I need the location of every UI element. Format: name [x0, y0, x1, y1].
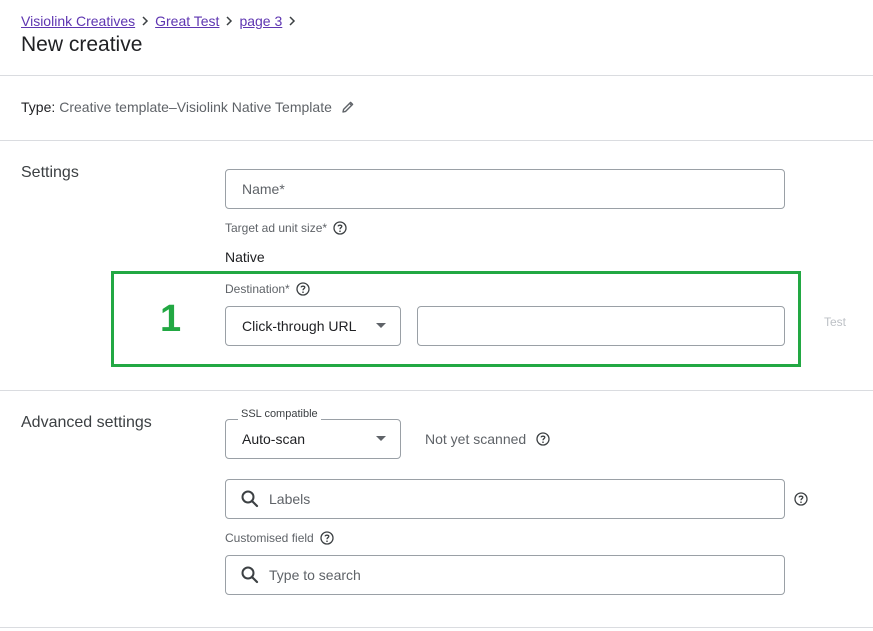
name-placeholder: Name* — [242, 181, 285, 197]
destination-label-text: Destination* — [225, 282, 290, 296]
search-icon — [241, 490, 259, 508]
breadcrumb-link-page-3[interactable]: page 3 — [239, 13, 282, 29]
divider — [0, 627, 873, 628]
dropdown-arrow-icon — [376, 436, 386, 441]
help-icon[interactable] — [296, 282, 310, 296]
target-size-value: Native — [225, 249, 265, 265]
custom-field-placeholder: Type to search — [269, 567, 361, 583]
custom-field-label-text: Customised field — [225, 531, 314, 545]
help-icon[interactable] — [536, 432, 550, 446]
target-size-label: Target ad unit size* — [225, 221, 347, 235]
settings-section-title: Settings — [21, 164, 79, 181]
destination-label: Destination* — [225, 282, 310, 296]
ssl-compatible-select[interactable]: Auto-scan — [225, 419, 401, 459]
edit-icon[interactable] — [341, 100, 355, 114]
destination-type-select[interactable]: Click-through URL — [225, 306, 401, 346]
destination-type-value: Click-through URL — [242, 318, 357, 334]
divider — [0, 75, 873, 76]
type-value: Creative template–Visiolink Native Templ… — [59, 99, 332, 115]
test-link[interactable]: Test — [824, 315, 846, 329]
labels-placeholder: Labels — [269, 491, 311, 507]
search-icon — [241, 566, 259, 584]
help-icon[interactable] — [333, 221, 347, 235]
ssl-status: Not yet scanned — [425, 431, 550, 447]
type-label: Type: — [21, 99, 56, 115]
breadcrumb: Visiolink Creatives Great Test page 3 — [21, 13, 302, 29]
custom-field-label: Customised field — [225, 531, 334, 545]
breadcrumb-link-visiolink-creatives[interactable]: Visiolink Creatives — [21, 13, 135, 29]
breadcrumb-link-great-test[interactable]: Great Test — [155, 13, 219, 29]
labels-input[interactable]: Labels — [225, 479, 785, 519]
ssl-status-text: Not yet scanned — [425, 431, 527, 447]
type-row: Type: Creative template–Visiolink Native… — [21, 99, 355, 115]
advanced-settings-section-title: Advanced settings — [21, 414, 152, 431]
dropdown-arrow-icon — [376, 323, 386, 328]
chevron-right-icon — [226, 16, 233, 26]
ssl-compatible-label: SSL compatible — [238, 408, 321, 420]
chevron-right-icon — [289, 16, 296, 26]
target-size-label-text: Target ad unit size* — [225, 221, 328, 235]
custom-field-search-input[interactable]: Type to search — [225, 555, 785, 595]
help-icon[interactable] — [794, 492, 808, 506]
destination-url-input[interactable] — [417, 306, 785, 346]
name-input[interactable]: Name* — [225, 169, 785, 209]
divider — [0, 390, 873, 391]
divider — [0, 140, 873, 141]
chevron-right-icon — [142, 16, 149, 26]
highlight-number: 1 — [160, 298, 182, 340]
help-icon[interactable] — [320, 531, 334, 545]
ssl-compatible-value: Auto-scan — [242, 431, 306, 447]
page-title: New creative — [21, 33, 143, 56]
